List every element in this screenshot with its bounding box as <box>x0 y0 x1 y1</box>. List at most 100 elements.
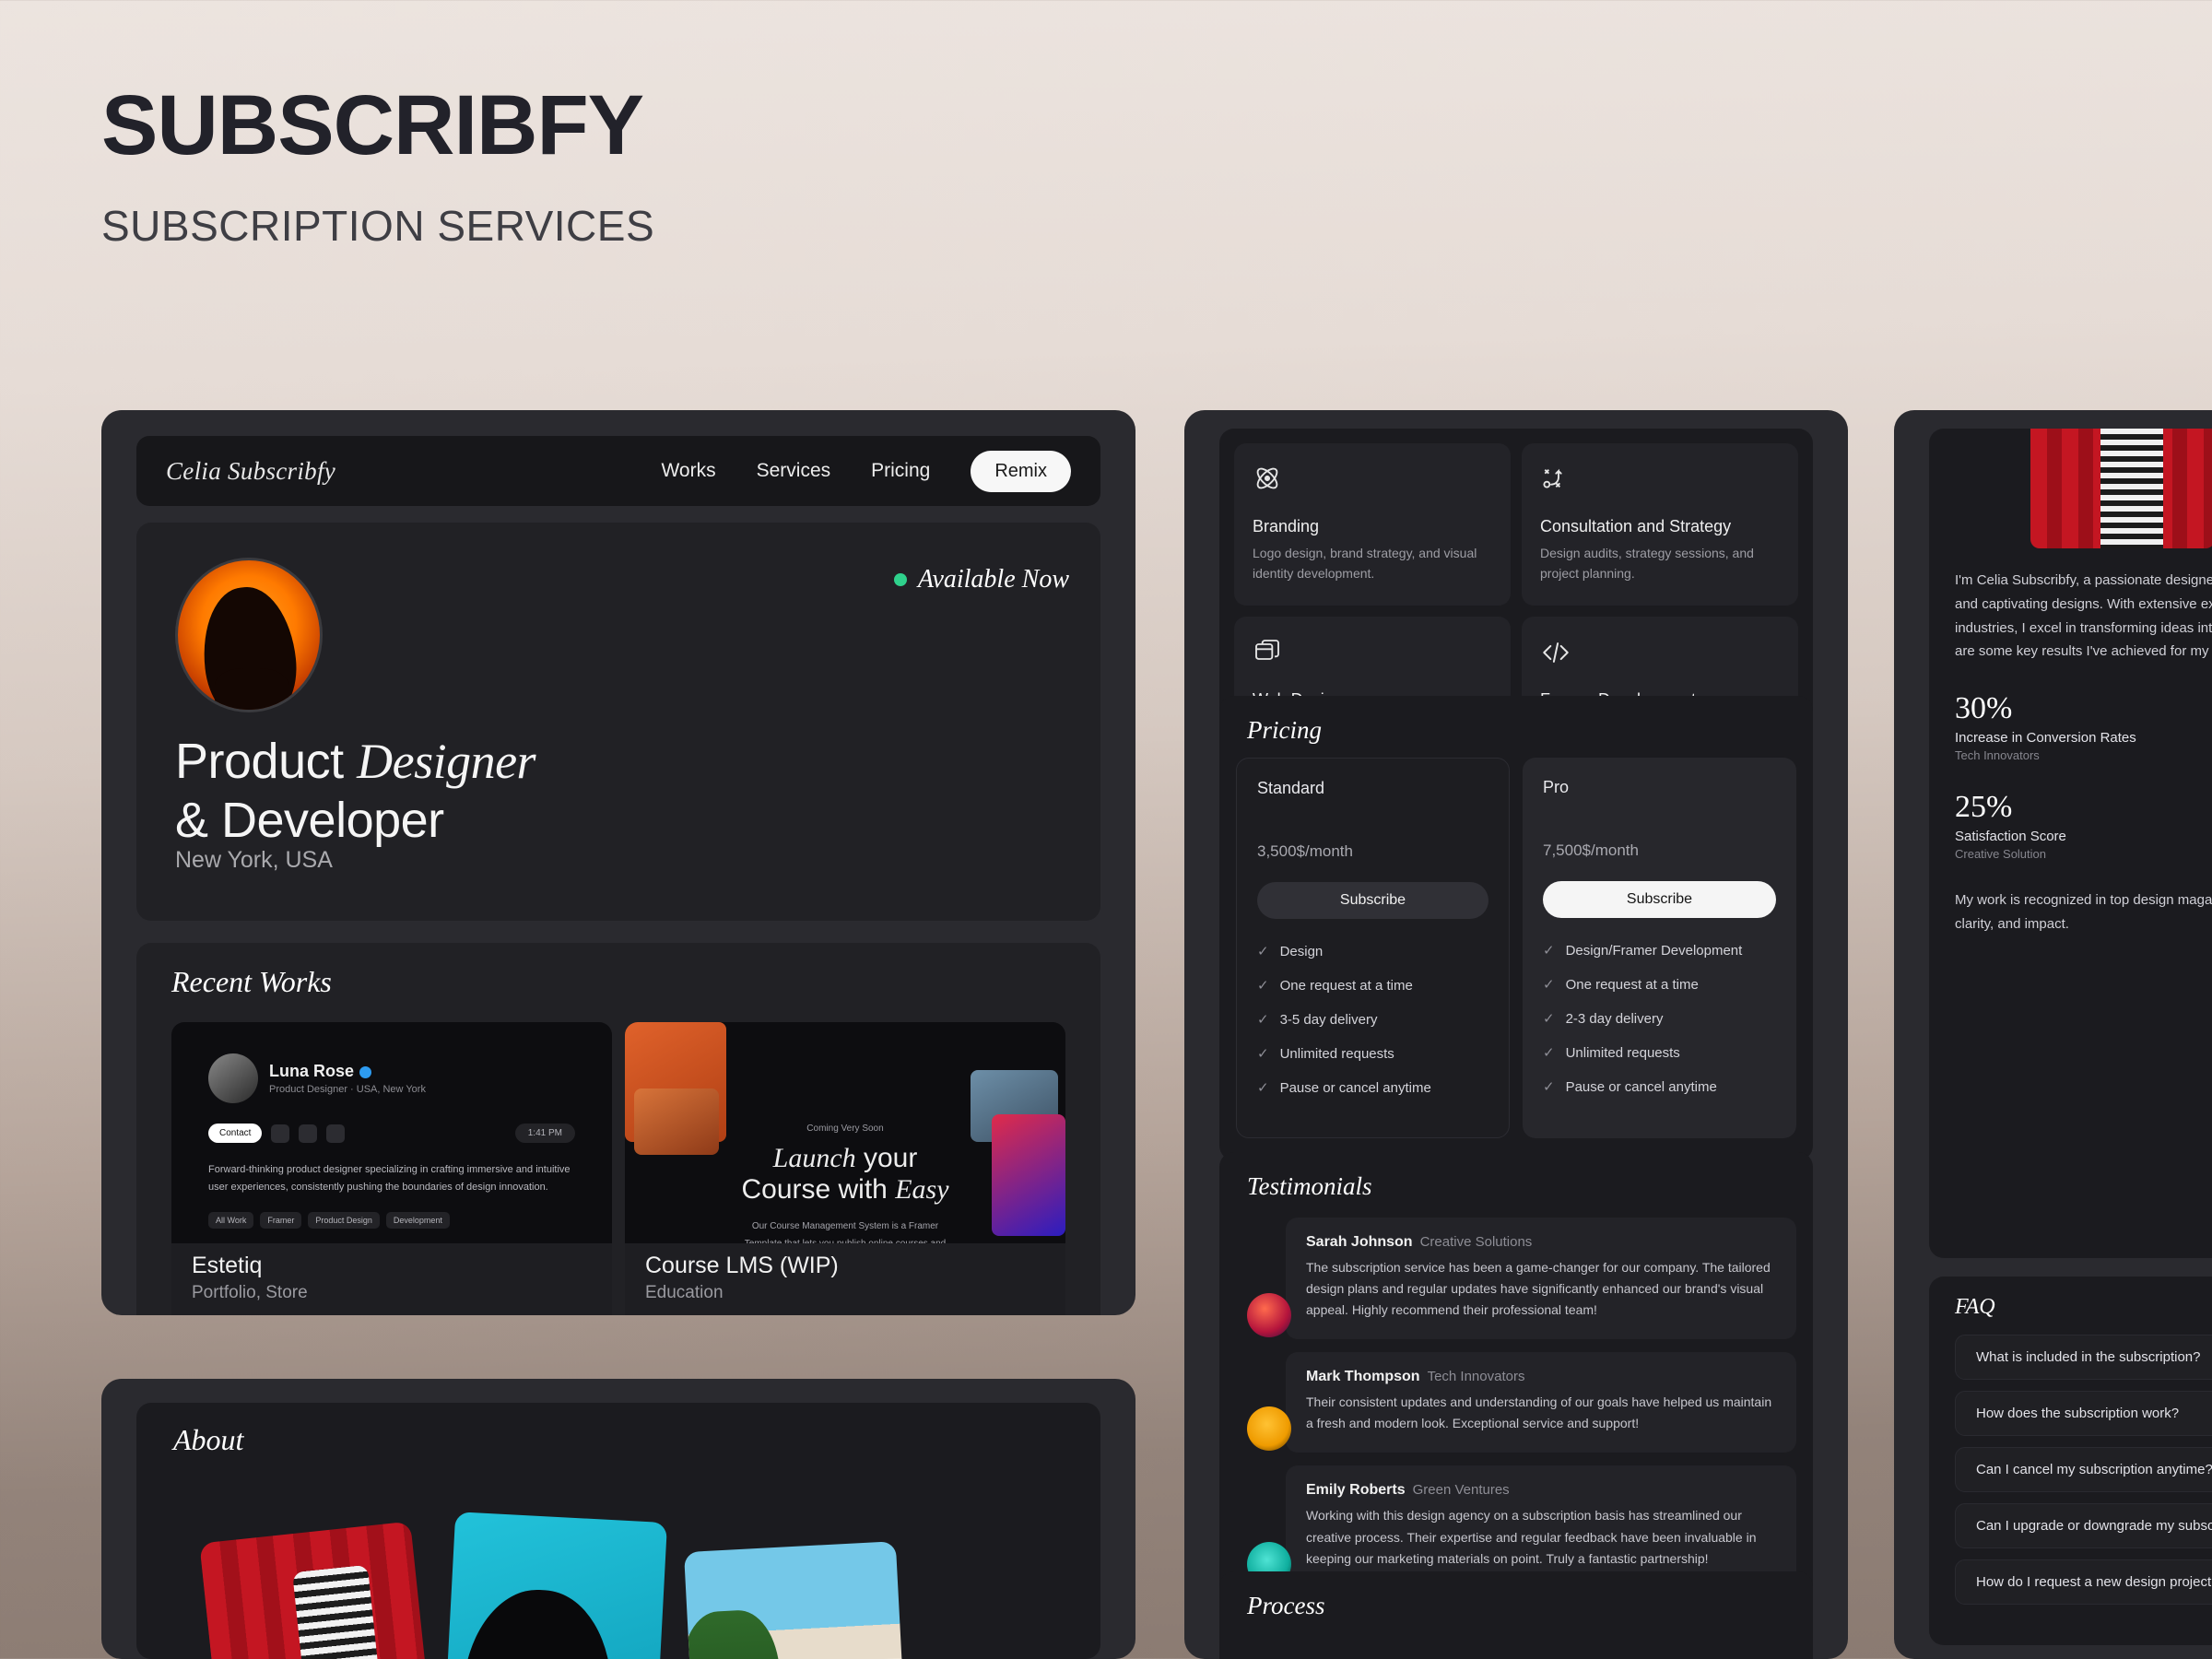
check-icon: ✓ <box>1543 1011 1555 1027</box>
mid-preview-card: Branding Logo design, brand strategy, an… <box>1184 410 1848 1659</box>
twitter-icon[interactable] <box>271 1124 290 1143</box>
faq-item[interactable]: How does the subscription work? <box>1955 1391 2212 1436</box>
service-desc: Logo design, brand strategy, and visual … <box>1253 546 1477 581</box>
about-closing: My work is recognized in top design maga… <box>1955 892 2212 932</box>
testimonial-row: Emily Roberts Green Ventures Working with… <box>1236 1465 1796 1588</box>
faq-item[interactable]: How do I request a new design project? <box>1955 1559 2212 1605</box>
check-icon: ✓ <box>1257 1046 1269 1062</box>
testimonial-card: Mark Thompson Tech Innovators Their consi… <box>1286 1352 1796 1453</box>
hero-location: New York, USA <box>175 847 333 873</box>
mock-profile: Luna Rose Product Designer · USA, New Yo… <box>208 1053 575 1103</box>
plan-features-pro: ✓ Design/Framer Development ✓ One request … <box>1543 942 1776 1096</box>
work-caption-estetiq: Estetiq Portfolio, Store <box>171 1243 612 1315</box>
feature-item: ✓ Pause or cancel anytime <box>1257 1079 1431 1097</box>
remix-button[interactable]: Remix <box>971 450 1071 492</box>
nav-link-pricing[interactable]: Pricing <box>871 460 930 482</box>
mock-chip[interactable]: Product Design <box>308 1212 380 1230</box>
pricing-block: Pricing Standard 3,500$/month Subscribe … <box>1219 696 1813 1160</box>
mock-chips: All Work Framer Product Design Developme… <box>208 1212 575 1230</box>
work-name: Course LMS (WIP) <box>645 1253 839 1278</box>
about-photo-stack <box>199 1512 966 1659</box>
pricing-grid: Standard 3,500$/month Subscribe ✓ Design … <box>1219 745 1813 1160</box>
testimonial-company: Tech Innovators <box>1427 1369 1525 1385</box>
testimonial-name: Sarah Johnson <box>1306 1234 1413 1250</box>
availability-label: Available Now <box>917 565 1069 594</box>
lms-title-b: your <box>855 1143 918 1173</box>
stat-company: Creative Solution <box>1955 847 2046 862</box>
check-icon: ✓ <box>1257 978 1269 994</box>
mock-chip[interactable]: Development <box>385 1212 450 1230</box>
brand-logo[interactable]: Celia Subscribfy <box>166 457 335 486</box>
stat-company: Tech Innovators <box>1955 748 2040 763</box>
avatar <box>175 558 323 712</box>
faq-title: FAQ <box>1955 1295 1995 1319</box>
recent-works-title: Recent Works <box>171 965 332 998</box>
code-icon <box>1540 637 1780 674</box>
mock-chip[interactable]: All Work <box>208 1212 254 1230</box>
pricing-title: Pricing <box>1247 716 1322 744</box>
verified-badge-icon <box>359 1065 372 1078</box>
check-icon: ✓ <box>1543 1045 1555 1061</box>
subscribe-button-pro[interactable]: Subscribe <box>1543 881 1776 918</box>
plan-card-standard: Standard 3,500$/month Subscribe ✓ Design … <box>1236 758 1510 1138</box>
plan-price: 3,500$/month <box>1257 842 1353 860</box>
faq-block: FAQ What is included in the subscription… <box>1929 1277 2212 1645</box>
faq-item[interactable]: Can I upgrade or downgrade my subscripti… <box>1955 1503 2212 1548</box>
mock-time: 1:41 PM <box>514 1124 575 1143</box>
site-navbar: Celia Subscribfy Works Services Pricing … <box>136 436 1100 506</box>
testimonial-row: Mark Thompson Tech Innovators Their consi… <box>1236 1352 1796 1453</box>
feature-item: ✓ 2-3 day delivery <box>1543 1010 1664 1028</box>
testimonial-company: Creative Solutions <box>1419 1234 1533 1250</box>
strategy-icon <box>1540 464 1780 500</box>
page-subtitle: SUBSCRIPTION SERVICES <box>101 202 655 250</box>
work-tag: Portfolio, Store <box>192 1283 308 1302</box>
work-card-estetiq[interactable]: Luna Rose Product Designer · USA, New Yo… <box>171 1022 612 1315</box>
status-dot-icon <box>893 573 907 586</box>
mock-chip[interactable]: Framer <box>260 1212 302 1230</box>
mock-actions: Contact 1:41 PM <box>208 1124 575 1143</box>
faq-item[interactable]: What is included in the subscription? <box>1955 1335 2212 1380</box>
service-card-consultation[interactable]: Consultation and Strategy Design audits,… <box>1522 443 1798 606</box>
check-icon: ✓ <box>1543 1079 1555 1095</box>
hero-heading-line1-b: Designer <box>357 734 536 789</box>
check-icon: ✓ <box>1257 1012 1269 1028</box>
testimonial-name: Emily Roberts <box>1306 1482 1406 1499</box>
feature-item: ✓ 3-5 day delivery <box>1257 1011 1378 1029</box>
testimonials-list: Sarah Johnson Creative Solutions The subs… <box>1219 1201 1813 1605</box>
feature-item: ✓ Unlimited requests <box>1257 1045 1394 1063</box>
recent-works-grid: Luna Rose Product Designer · USA, New Yo… <box>171 1022 1065 1315</box>
mock-contact-button[interactable]: Contact <box>208 1124 263 1143</box>
feature-item: ✓ One request at a time <box>1257 977 1413 994</box>
window-icon <box>1253 637 1492 674</box>
work-caption-course-lms: Course LMS (WIP) Education <box>625 1243 1065 1315</box>
about-photos <box>2030 429 2212 548</box>
plan-features-standard: ✓ Design ✓ One request at a time ✓ 3-5 day … <box>1257 943 1488 1097</box>
linkedin-icon[interactable] <box>299 1124 318 1143</box>
availability-badge: Available Now <box>893 565 1069 594</box>
lms-title-c: Course with <box>741 1174 896 1205</box>
nav-link-services[interactable]: Services <box>757 460 831 482</box>
service-card-branding[interactable]: Branding Logo design, brand strategy, an… <box>1234 443 1511 606</box>
work-preview-course-lms: Coming Very Soon Launch your Course with… <box>625 1022 1065 1243</box>
nav-link-works[interactable]: Works <box>661 460 715 482</box>
stat-value: 25% <box>1955 790 2013 825</box>
stat-value: 30% <box>1955 691 2013 726</box>
atom-icon <box>1253 464 1492 500</box>
work-card-course-lms[interactable]: Coming Very Soon Launch your Course with… <box>625 1022 1065 1315</box>
work-name: Estetiq <box>192 1253 263 1278</box>
stat-conversion: 30% Increase in Conversion Rates Tech In… <box>1955 691 2212 762</box>
feature-item: ✓ Pause or cancel anytime <box>1543 1078 1717 1096</box>
about-card: About <box>101 1379 1135 1659</box>
check-icon: ✓ <box>1543 943 1555 959</box>
page-title: SUBSCRIBFY <box>101 78 644 172</box>
stat-satisfaction: 25% Satisfaction Score Creative Solution <box>1955 790 2212 861</box>
feature-item: ✓ Design/Framer Development <box>1543 942 1743 959</box>
faq-item[interactable]: Can I cancel my subscription anytime? <box>1955 1447 2212 1492</box>
plan-period: /month <box>1305 842 1353 860</box>
subscribe-button-standard[interactable]: Subscribe <box>1257 882 1488 919</box>
left-preview-card: Celia Subscribfy Works Services Pricing … <box>101 410 1135 1315</box>
check-icon: ✓ <box>1257 1080 1269 1096</box>
dribbble-icon[interactable] <box>326 1124 346 1143</box>
testimonial-body: Working with this design agency on a sub… <box>1306 1508 1757 1566</box>
testimonial-body: The subscription service has been a game… <box>1306 1260 1771 1318</box>
